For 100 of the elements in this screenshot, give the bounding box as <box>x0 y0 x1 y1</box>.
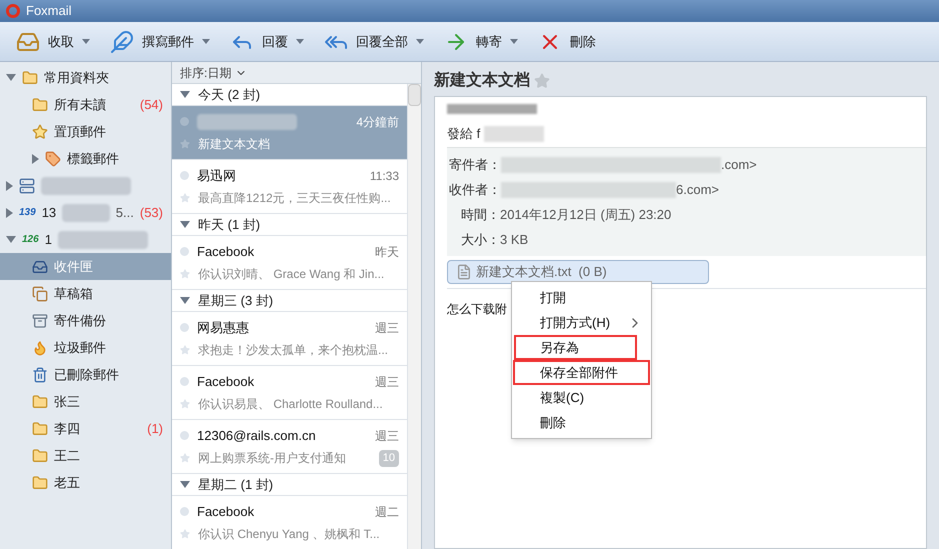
message-preview: 你认识易晨、 Charlotte Roulland... <box>198 396 383 414</box>
folder-label: 1 <box>44 230 52 249</box>
menu-item[interactable]: 複製(C) <box>512 385 651 410</box>
message-sender: Facebook <box>197 502 254 521</box>
toolbar-button[interactable]: 回覆全部 <box>324 30 424 54</box>
folder-row[interactable]: 寄件備份 <box>0 307 171 334</box>
folder-row[interactable]: 常用資料夾 <box>0 64 171 91</box>
folder-label: 已刪除郵件 <box>54 366 119 384</box>
folder-label: 13 <box>42 204 56 222</box>
folder-label: 老五 <box>54 474 80 492</box>
folder-label: 垃圾郵件 <box>54 338 106 357</box>
collapse-caret-icon[interactable] <box>180 481 190 488</box>
folder-row[interactable]: 张三 <box>0 388 171 415</box>
toolbar-button[interactable]: 轉寄 <box>444 30 518 54</box>
menu-item[interactable]: 刪除 <box>512 410 651 435</box>
message-preview: 新建文本文档 <box>198 136 270 152</box>
menu-item[interactable]: 保存全部附件 <box>515 362 648 383</box>
message-time: 昨天 <box>375 244 399 260</box>
folder-row[interactable]: 標籤郵件 <box>0 145 171 172</box>
message-time: 週三 <box>375 374 399 390</box>
date-group-header: 今天 (2 封) <box>198 86 260 104</box>
header-label: 大小： <box>461 230 500 249</box>
header-label: 收件者： <box>449 180 501 199</box>
folder-icon <box>22 70 38 86</box>
window-title: Foxmail <box>26 2 72 20</box>
collapsed-caret-icon[interactable] <box>6 180 13 190</box>
toolbar-button[interactable]: 撰寫郵件 <box>110 30 210 54</box>
recipient-line: 發給 f <box>447 125 480 144</box>
unread-count: (54) <box>140 96 163 114</box>
folder-row[interactable]: 垃圾郵件 <box>0 334 171 361</box>
message-preview: 网上购票系统-用户支付通知 <box>198 450 346 468</box>
menu-item[interactable]: 打開方式(H) <box>512 310 651 335</box>
message-preview: 你认识 Chenyu Yang 、姚枫和 T... <box>198 526 380 544</box>
folder-icon <box>32 448 48 464</box>
folder-row[interactable]: 已刪除郵件 <box>0 361 171 388</box>
inbox-icon <box>32 258 48 274</box>
attachment-chip[interactable]: 新建文本文档.txt (0 B) <box>447 260 709 284</box>
menu-item[interactable]: 另存為 <box>516 337 635 358</box>
folder-row[interactable]: 置頂郵件 <box>0 118 171 145</box>
app-logo-icon <box>6 4 20 18</box>
account-logo-icon: 139 <box>19 208 36 218</box>
folder-label: 置頂郵件 <box>54 122 106 141</box>
message-time: 11:33 <box>370 168 399 184</box>
collapse-caret-icon[interactable] <box>180 221 190 228</box>
message-sender: 易迅网 <box>197 166 236 185</box>
toolbar-button[interactable]: 回覆 <box>230 30 304 54</box>
date-group-header: 星期三 (3 封) <box>198 292 274 310</box>
folder-icon <box>32 474 48 490</box>
collapsed-caret-icon[interactable] <box>6 208 13 218</box>
folder-label: 李四 <box>54 420 80 438</box>
folder-icon <box>32 420 48 436</box>
folder-label: 张三 <box>54 392 80 411</box>
header-label: 寄件者： <box>449 156 501 174</box>
folder-row[interactable]: 老五 <box>0 469 171 496</box>
folder-icon <box>32 394 48 410</box>
folder-row[interactable]: 李四 (1) <box>0 415 171 442</box>
date-group-header: 昨天 (1 封) <box>198 216 260 234</box>
menu-item[interactable]: 打開 <box>512 285 651 310</box>
message-sender: Facebook <box>197 372 254 391</box>
folder-row[interactable]: 139 13 5... (53) <box>0 199 171 226</box>
folder-label: 5... <box>116 204 134 222</box>
star-icon[interactable] <box>534 73 550 89</box>
folder-label: 王二 <box>54 446 80 465</box>
message-time: 4分鐘前 <box>356 114 399 130</box>
file-icon <box>456 264 472 280</box>
message-preview: 你认识刘晴、 Grace Wang 和 Jin... <box>198 266 384 284</box>
header-value: 6.com> <box>676 180 719 199</box>
unread-count: (53) <box>140 204 163 222</box>
server-icon <box>19 178 35 194</box>
folder-row[interactable]: 王二 <box>0 442 171 469</box>
header-value: 3 KB <box>500 230 528 249</box>
header-value: 2014年12月12日 (周五) 23:20 <box>500 206 672 224</box>
folder-label: 所有未讀 <box>54 96 106 114</box>
folder-label: 寄件備份 <box>54 312 106 330</box>
message-body-text: 怎么下载附 <box>447 302 507 316</box>
collapse-caret-icon[interactable] <box>180 91 190 98</box>
redaction-blur <box>484 126 544 142</box>
expanded-caret-icon[interactable] <box>6 236 16 243</box>
tag-icon <box>45 150 61 166</box>
star-icon[interactable] <box>180 138 190 148</box>
collapse-caret-icon[interactable] <box>180 297 190 304</box>
folder-row[interactable]: 所有未讀 (54) <box>0 91 171 118</box>
trash-icon <box>32 366 48 382</box>
toolbar-button[interactable]: 刪除 <box>538 30 596 54</box>
folder-label: 收件匣 <box>54 258 93 276</box>
message-sender: 网易惠惠 <box>197 318 249 337</box>
message-time: 週二 <box>375 504 399 520</box>
message-time: 週三 <box>375 320 399 336</box>
toolbar-button[interactable]: 收取 <box>16 30 90 54</box>
message-time: 週三 <box>375 428 399 444</box>
folder-row[interactable]: 126 1 <box>0 226 171 253</box>
folder-label: 常用資料夾 <box>44 68 109 87</box>
unread-count: (1) <box>147 420 163 438</box>
folder-icon <box>32 96 48 112</box>
folder-row[interactable]: 草稿箱 <box>0 280 171 307</box>
scrollbar[interactable] <box>407 84 421 549</box>
feather-icon <box>110 30 134 54</box>
collapsed-caret-icon[interactable] <box>32 154 39 164</box>
header-label: 時間： <box>461 206 500 224</box>
message-subject: 新建文本文档 <box>434 70 530 91</box>
